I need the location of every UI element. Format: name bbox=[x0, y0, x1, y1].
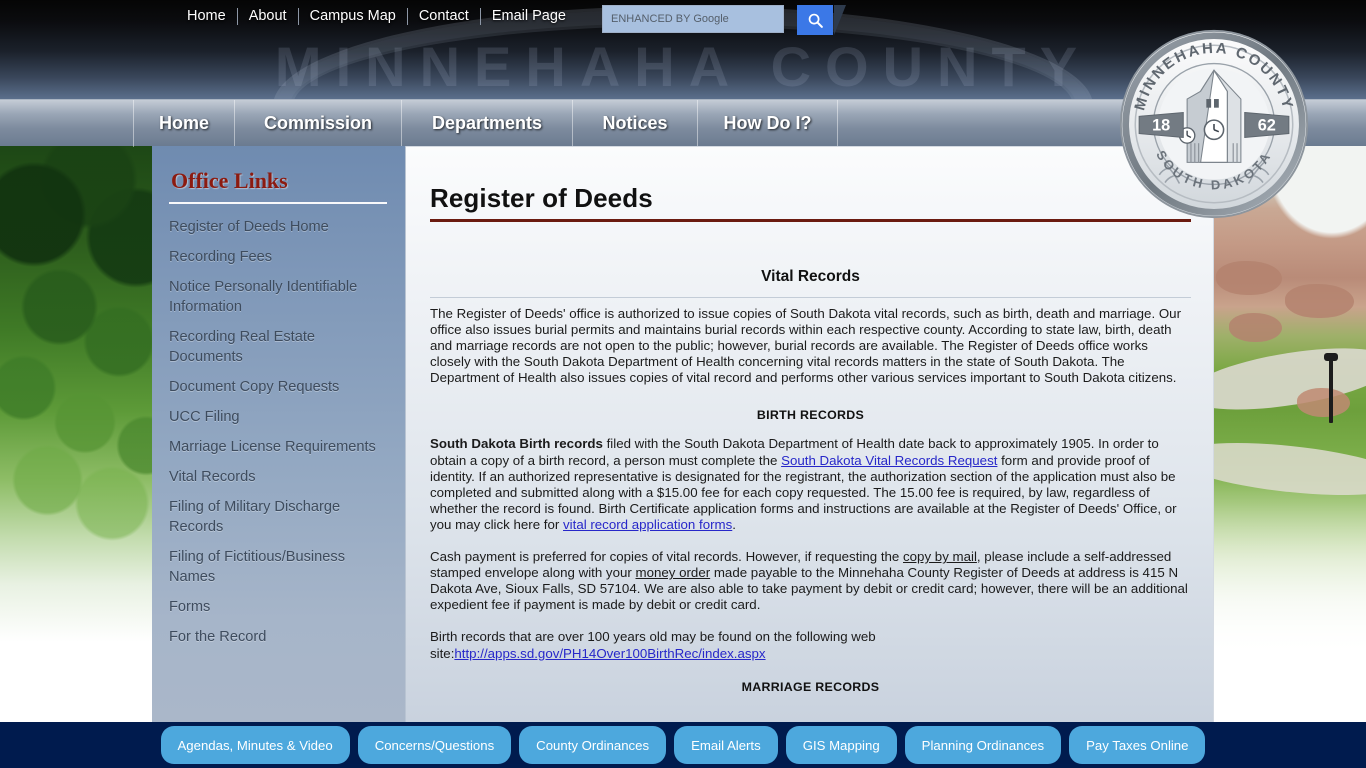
footer-bar: Agendas, Minutes & Video Concerns/Questi… bbox=[0, 722, 1366, 768]
birth-text-c: . bbox=[732, 516, 736, 532]
over-100-birth-records-url-link[interactable]: http://apps.sd.gov/PH14Over100BirthRec/i… bbox=[454, 646, 765, 661]
county-seal-logo[interactable]: 18 62 MINNEHAHA COUNTY SOUTH DAKOTA bbox=[1118, 28, 1310, 220]
footer-button-email-alerts[interactable]: Email Alerts bbox=[674, 726, 778, 764]
rock-shape bbox=[1284, 283, 1354, 319]
sidebar-item-register-of-deeds-home[interactable]: Register of Deeds Home bbox=[169, 217, 387, 237]
nav-item-commission[interactable]: Commission bbox=[235, 99, 402, 147]
sidebar-item-marriage-license-requirements[interactable]: Marriage License Requirements bbox=[169, 437, 387, 457]
search-tail-decoration bbox=[834, 5, 846, 35]
sidebar-item-filing-of-military-discharge-records[interactable]: Filing of Military Discharge Records bbox=[169, 497, 387, 537]
money-order-emphasis: money order bbox=[635, 565, 711, 581]
content-area: Office Links Register of Deeds Home Reco… bbox=[152, 146, 1214, 723]
right-background-photo bbox=[1210, 145, 1366, 723]
south-dakota-vital-records-request-link[interactable]: South Dakota Vital Records Request bbox=[781, 453, 997, 468]
footer-button-agendas-minutes-video[interactable]: Agendas, Minutes & Video bbox=[160, 726, 350, 764]
sidebar-item-filing-of-fictitious-business-names[interactable]: Filing of Fictitious/Business Names bbox=[169, 547, 387, 587]
sidebar-item-document-copy-requests[interactable]: Document Copy Requests bbox=[169, 377, 387, 397]
sidebar-item-recording-fees[interactable]: Recording Fees bbox=[169, 247, 387, 267]
footer-button-gis-mapping[interactable]: GIS Mapping bbox=[785, 726, 897, 764]
old-birth-records-paragraph: Birth records that are over 100 years ol… bbox=[430, 629, 1191, 661]
left-background-photo bbox=[0, 145, 170, 723]
sidebar-item-notice-personally-identifiable-information[interactable]: Notice Personally Identifiable Informati… bbox=[169, 277, 387, 317]
sidebar-item-recording-real-estate-documents[interactable]: Recording Real Estate Documents bbox=[169, 327, 387, 367]
year-plaque-left: 18 bbox=[1138, 111, 1184, 138]
search-area bbox=[602, 5, 846, 35]
seal-year-right-text: 62 bbox=[1258, 117, 1276, 135]
main-panel: Register of Deeds Vital Records The Regi… bbox=[406, 146, 1214, 723]
vital-records-heading: Vital Records bbox=[761, 268, 860, 285]
topnav-item-about[interactable]: About bbox=[238, 7, 298, 26]
footer-button-pay-taxes-online[interactable]: Pay Taxes Online bbox=[1069, 726, 1206, 764]
footer-button-concerns-questions[interactable]: Concerns/Questions bbox=[357, 726, 512, 764]
nav-left-spacer bbox=[0, 99, 134, 147]
foliage-image bbox=[0, 145, 170, 723]
nav-item-how-do-i[interactable]: How Do I? bbox=[698, 99, 838, 147]
footer-button-county-ordinances[interactable]: County Ordinances bbox=[519, 726, 667, 764]
falls-park-image bbox=[1210, 145, 1366, 723]
cash-text-a: Cash payment is preferred for copies of … bbox=[430, 549, 904, 565]
rock-shape bbox=[1297, 387, 1351, 417]
lamp-post bbox=[1323, 352, 1338, 423]
park-path bbox=[1210, 433, 1366, 504]
sidebar-divider bbox=[169, 202, 387, 204]
birth-records-heading: BIRTH RECORDS bbox=[756, 408, 865, 423]
search-icon bbox=[808, 13, 823, 28]
footer-button-planning-ordinances[interactable]: Planning Ordinances bbox=[904, 726, 1062, 764]
copy-by-mail-emphasis: copy by mail bbox=[903, 549, 977, 565]
birth-records-bold-lead: South Dakota Birth records bbox=[430, 436, 603, 452]
nav-item-departments[interactable]: Departments bbox=[402, 99, 573, 147]
sidebar-item-for-the-record[interactable]: For the Record bbox=[169, 627, 387, 647]
nav-item-home[interactable]: Home bbox=[134, 99, 235, 147]
page-title: Register of Deeds bbox=[430, 183, 653, 213]
intro-paragraph: The Register of Deeds' office is authori… bbox=[430, 306, 1182, 386]
sidebar-item-ucc-filing[interactable]: UCC Filing bbox=[169, 407, 387, 427]
sidebar-title: Office Links bbox=[171, 168, 288, 193]
search-button[interactable] bbox=[797, 5, 833, 35]
topnav-item-contact[interactable]: Contact bbox=[408, 7, 480, 26]
utility-nav: Home About Campus Map Contact Email Page bbox=[176, 7, 577, 26]
topnav-item-home[interactable]: Home bbox=[176, 7, 237, 26]
seal-watermark-text: MINNEHAHA COUNTY bbox=[274, 35, 1092, 98]
marriage-records-heading: MARRIAGE RECORDS bbox=[741, 679, 880, 694]
topnav-item-campus-map[interactable]: Campus Map bbox=[299, 7, 407, 26]
section-divider bbox=[430, 297, 1191, 298]
search-input[interactable] bbox=[602, 5, 784, 33]
rock-shape bbox=[1216, 260, 1282, 296]
year-plaque-right: 62 bbox=[1244, 111, 1290, 138]
sidebar-item-forms[interactable]: Forms bbox=[169, 597, 387, 617]
vital-record-application-forms-link[interactable]: vital record application forms bbox=[563, 517, 732, 532]
title-underline bbox=[430, 219, 1191, 222]
seal-year-left-text: 18 bbox=[1152, 117, 1170, 135]
nav-item-notices[interactable]: Notices bbox=[573, 99, 698, 147]
office-links-sidebar: Office Links Register of Deeds Home Reco… bbox=[152, 146, 406, 723]
topnav-item-email-page[interactable]: Email Page bbox=[481, 7, 577, 26]
birth-records-paragraph: South Dakota Birth records filed with th… bbox=[430, 436, 1191, 533]
rock-shape bbox=[1228, 312, 1282, 342]
sidebar-item-vital-records[interactable]: Vital Records bbox=[169, 467, 387, 487]
cash-payment-paragraph: Cash payment is preferred for copies of … bbox=[430, 549, 1191, 613]
